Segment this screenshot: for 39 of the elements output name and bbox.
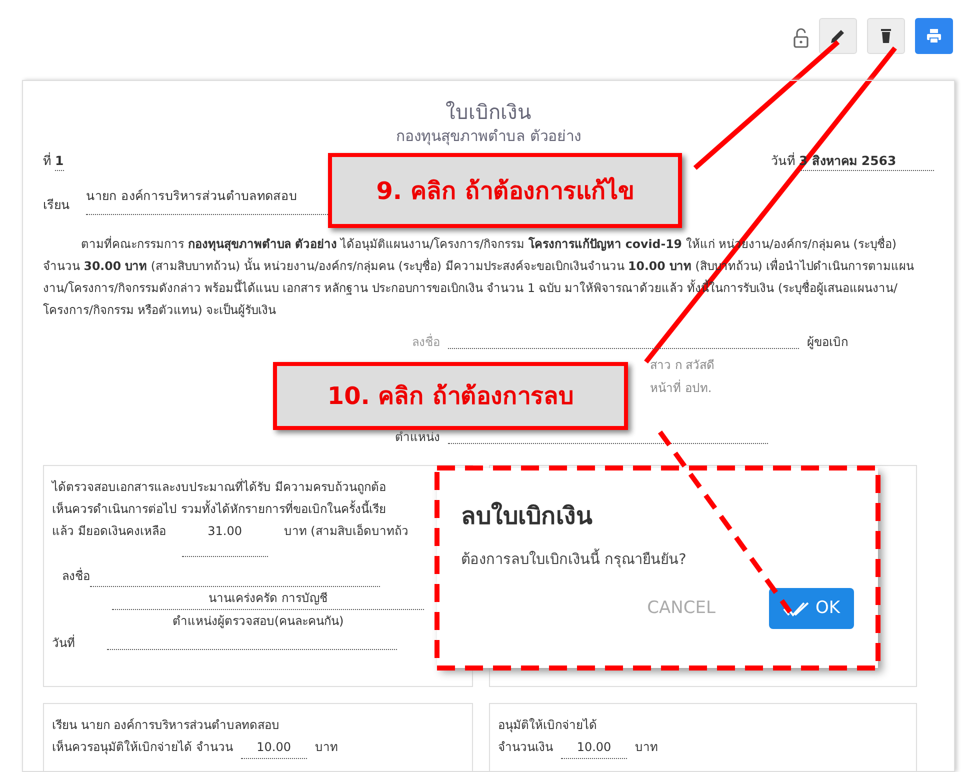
checker-name: นานเคร่งครัด การบัญชี — [112, 587, 424, 610]
signer-position: หน้าที่ อปท. — [650, 381, 712, 395]
amount-label: เห็นควรอนุมัติให้เบิกจ่ายได้ จำนวน — [52, 738, 233, 756]
date-label: วันที่ — [52, 634, 76, 652]
amount: 10.00 — [240, 736, 307, 759]
date-label: วันที่ — [771, 152, 795, 170]
balance-words: บาท (สามสิบเอ็ดบาทถ้ว — [284, 522, 408, 540]
box-text: เรียน นายก องค์การบริหารส่วนตำบลทดสอบ — [52, 717, 281, 734]
check-text: ได้ตรวจสอบเอกสารและงบประมาณที่ได้รับ มีความครบถ้วนถูกต้อ — [52, 478, 387, 496]
sign-label: ลงชื่อ — [62, 566, 90, 585]
edit-button[interactable] — [819, 18, 857, 54]
padlock-icon — [793, 28, 809, 48]
unit-label: บาท — [635, 739, 658, 756]
ok-button[interactable]: OK — [769, 588, 854, 630]
checker-position: ตำแหน่งผู้ตรวจสอบ(คนละคนกัน) — [171, 613, 345, 630]
sign-label: ลงชื่อ — [411, 332, 440, 351]
balance-amount: 31.00 — [182, 520, 268, 557]
callout-label: 9. คลิก ถ้าต้องการแก้ไข — [328, 153, 682, 228]
amount-label: จำนวนเงิน — [498, 739, 553, 756]
delete-button[interactable] — [867, 18, 905, 54]
cancel-button[interactable]: CANCEL — [641, 594, 722, 622]
balance-label: แล้ว มียอดเงินคงเหลือ — [52, 523, 166, 540]
check-text: เห็นควรดำเนินการต่อไป รวมทั้งได้หักรายการที่ขอเบิกในครั้งนี้เรีย — [52, 499, 387, 518]
unit-label: บาท — [314, 739, 338, 756]
document-title: ใบเบิกเงิน — [444, 99, 532, 125]
signer-name: สาว ก สวัสดี — [650, 358, 715, 372]
document-number: 1 — [55, 152, 64, 172]
number-label: ที่ — [43, 152, 51, 170]
role-label: ผู้ขอเบิก — [807, 334, 848, 352]
box-text: อนุมัติให้เบิกจ่ายได้ — [498, 717, 598, 734]
dialog-message: ต้องการลบใบเบิกเงินนี้ กรุณายืนยัน? — [461, 550, 854, 572]
addressee-label: เรียน — [43, 196, 70, 214]
print-button[interactable] — [915, 18, 953, 54]
dialog-title: ลบใบเบิกเงิน — [461, 500, 594, 532]
amount: 10.00 — [561, 736, 627, 759]
document-subtitle: กองทุนสุขภาพตำบล ตัวอย่าง — [395, 126, 582, 148]
position-label: ตำแหน่ง — [394, 429, 440, 446]
callout-label: 10. คลิก ถ้าต้องการลบ — [273, 362, 628, 430]
double-check-icon — [783, 600, 812, 616]
